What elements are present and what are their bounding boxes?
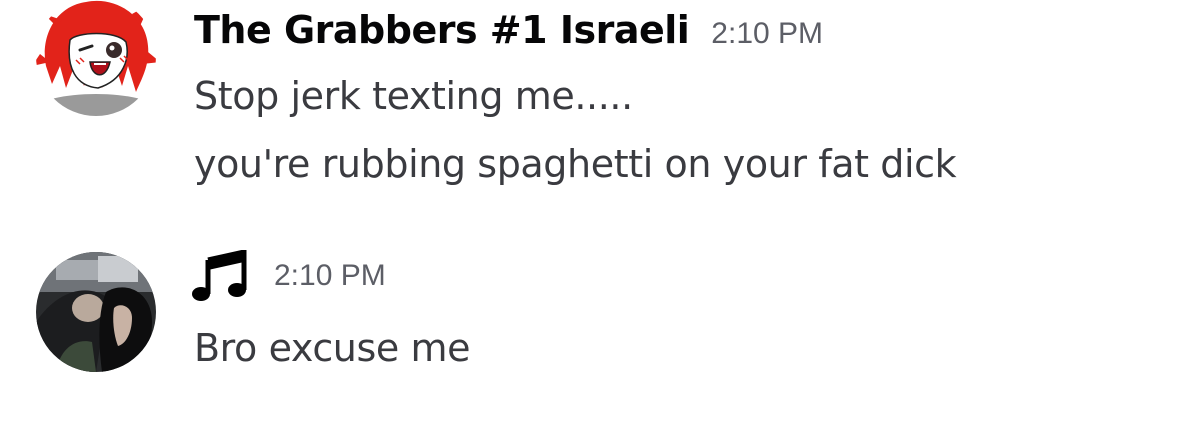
musical-notes-icon[interactable] <box>192 248 248 302</box>
user-avatar[interactable] <box>36 0 156 116</box>
timestamp: 2:10 PM <box>711 17 824 50</box>
message-text: Stop jerk texting me..... <box>194 74 633 118</box>
message-text: Bro excuse me <box>194 326 471 370</box>
message-group-2: 2:10 PM Bro excuse me <box>0 240 1179 440</box>
author-line: The Grabbers #1 Israeli 2:10 PM <box>194 8 823 52</box>
message-text: you're rubbing spaghetti on your fat dic… <box>194 142 957 186</box>
author-line: 2:10 PM <box>192 248 386 302</box>
message-group-1: The Grabbers #1 Israeli 2:10 PM Stop jer… <box>0 0 1179 220</box>
username[interactable]: The Grabbers #1 Israeli <box>194 8 690 52</box>
timestamp: 2:10 PM <box>274 259 386 292</box>
red-haired-anime-avatar-icon <box>36 0 156 116</box>
dark-photo-avatar-icon <box>36 252 156 372</box>
user-avatar[interactable] <box>36 252 156 372</box>
